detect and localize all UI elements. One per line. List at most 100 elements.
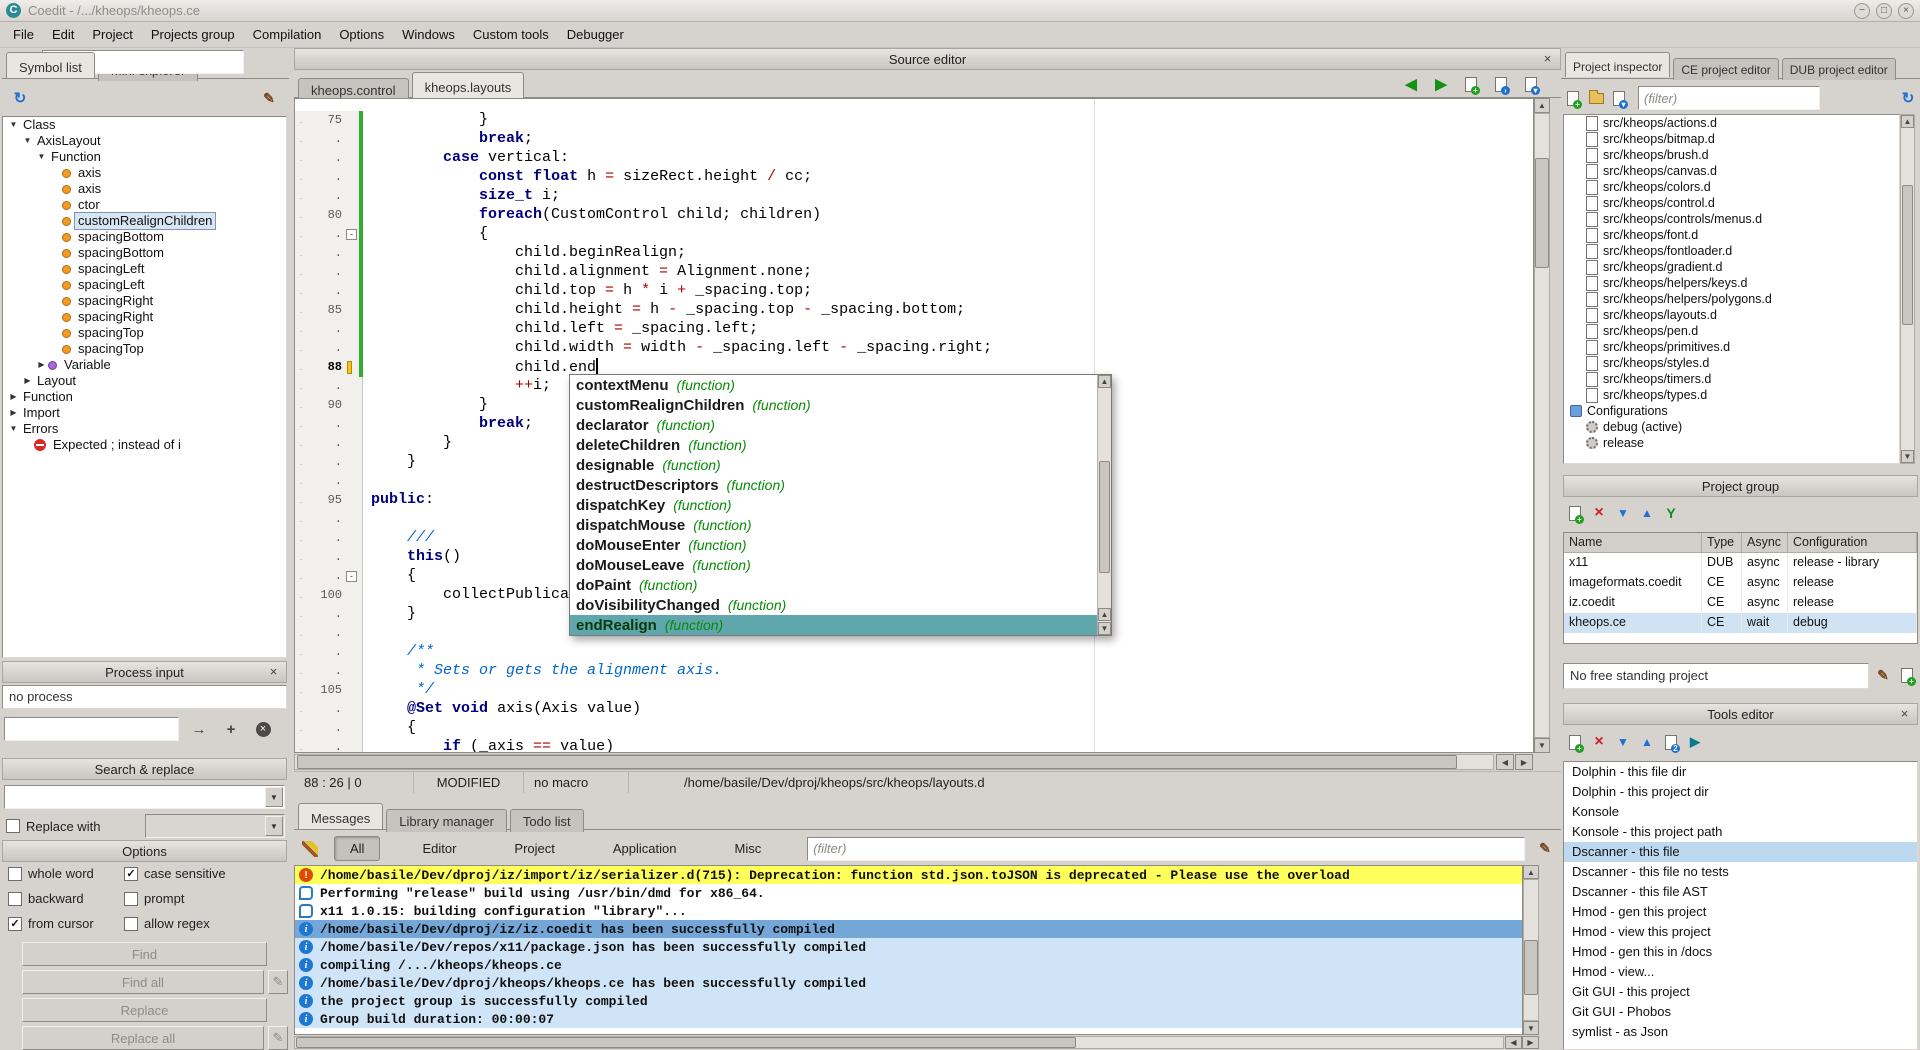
option-from-cursor[interactable]: ✓from cursor: [8, 916, 120, 931]
code-line-106[interactable]: .. @Set void axis(Axis value): [295, 700, 1533, 719]
gutter[interactable]: .88: [295, 358, 363, 377]
tool-item-hmod-gen-this-project[interactable]: Hmod - gen this project: [1564, 902, 1917, 922]
code-line-86[interactable]: .. child.left = _spacing.left;: [295, 320, 1533, 339]
option-case-sensitive[interactable]: ✓case sensitive: [124, 866, 285, 881]
code-line-82[interactable]: .. child.beginRealign;: [295, 244, 1533, 263]
completion-item-dopaint[interactable]: doPaint(function): [570, 575, 1097, 595]
code-line-107[interactable]: .. {: [295, 719, 1533, 738]
menu-edit[interactable]: Edit: [43, 23, 83, 46]
collapse-icon[interactable]: ▼: [21, 133, 34, 149]
expand-icon[interactable]: ▶: [7, 405, 20, 421]
filter-button-application[interactable]: Application: [597, 836, 693, 861]
completion-scrollbar[interactable]: ▲ ▲ ▼: [1097, 375, 1111, 635]
backward-checkbox[interactable]: [8, 892, 22, 906]
symbol-item-spacingright[interactable]: spacingRight: [3, 293, 286, 309]
gutter[interactable]: .95: [295, 491, 363, 510]
refresh-icon[interactable]: ↻: [1898, 88, 1918, 108]
find-button[interactable]: Find: [22, 942, 267, 966]
inspector-item-src-kheops-actions-d[interactable]: src/kheops/actions.d: [1564, 115, 1899, 131]
inspector-item-debug-active[interactable]: debug (active): [1564, 419, 1899, 435]
kill-icon[interactable]: ×: [253, 719, 273, 739]
menu-windows[interactable]: Windows: [393, 23, 464, 46]
gutter[interactable]: .85: [295, 301, 363, 320]
gutter[interactable]: .90: [295, 396, 363, 415]
close-icon[interactable]: ×: [1897, 707, 1912, 722]
fold-collapse-icon[interactable]: -: [346, 571, 357, 582]
code-line-103[interactable]: .. /**: [295, 643, 1533, 662]
project-row-kheops-ce[interactable]: kheops.ceCEwaitdebug: [1564, 613, 1917, 633]
symbol-item-layout[interactable]: ▶Layout: [3, 373, 286, 389]
symbol-item-ctor[interactable]: ctor: [3, 197, 286, 213]
expand-icon[interactable]: ▶: [35, 357, 48, 373]
gutter[interactable]: ..: [295, 244, 363, 263]
project-row-x11[interactable]: x11DUBasyncrelease - library: [1564, 553, 1917, 573]
inspector-item-src-kheops-layouts-d[interactable]: src/kheops/layouts.d: [1564, 307, 1899, 323]
code-line-81[interactable]: ..- {: [295, 225, 1533, 244]
gutter[interactable]: ..: [295, 605, 363, 624]
gutter[interactable]: ..: [295, 377, 363, 396]
filter-button-misc[interactable]: Misc: [719, 836, 778, 861]
inspector-item-src-kheops-pen-d[interactable]: src/kheops/pen.d: [1564, 323, 1899, 339]
completion-item-dispatchmouse[interactable]: dispatchMouse(function): [570, 515, 1097, 535]
completion-item-designable[interactable]: designable(function): [570, 455, 1097, 475]
editor-vertical-scrollbar[interactable]: ▲ ▼: [1534, 98, 1550, 753]
tool-item-dscanner-this-file-ast[interactable]: Dscanner - this file AST: [1564, 882, 1917, 902]
code-line-77[interactable]: .. case vertical:: [295, 149, 1533, 168]
replace-with-checkbox[interactable]: [6, 819, 20, 833]
inspector-item-src-kheops-bitmap-d[interactable]: src/kheops/bitmap.d: [1564, 131, 1899, 147]
scrollbar-thumb[interactable]: [296, 1037, 1076, 1048]
gutter[interactable]: ..: [295, 510, 363, 529]
tab-library-manager[interactable]: Library manager: [386, 809, 507, 832]
symbol-item-axis[interactable]: axis: [3, 181, 286, 197]
prompt-checkbox[interactable]: [124, 892, 138, 906]
scroll-right-icon[interactable]: ▶: [1515, 754, 1533, 770]
message-row[interactable]: i/home/basile/Dev/repos/x11/package.json…: [295, 938, 1522, 956]
find-all-options-button[interactable]: ✎: [268, 970, 288, 994]
editor-horizontal-scrollbar[interactable]: ◀ ▶: [294, 753, 1534, 771]
gutter[interactable]: ..: [295, 320, 363, 339]
save-source-icon[interactable]: ▾: [1609, 88, 1629, 108]
symbol-item-spacingright[interactable]: spacingRight: [3, 309, 286, 325]
new-file-icon[interactable]: +: [1563, 88, 1583, 108]
gutter[interactable]: ..: [295, 282, 363, 301]
option-allow-regex[interactable]: allow regex: [124, 916, 285, 931]
collapse-icon[interactable]: ▼: [7, 117, 20, 133]
code-line-79[interactable]: .. size_t i;: [295, 187, 1533, 206]
column-type[interactable]: Type: [1702, 533, 1742, 553]
scroll-left-icon[interactable]: ◀: [1496, 754, 1514, 770]
async-mode-icon[interactable]: Y: [1661, 503, 1681, 523]
gutter[interactable]: .105: [295, 681, 363, 700]
gutter[interactable]: ..: [295, 662, 363, 681]
code-line-105[interactable]: .105 */: [295, 681, 1533, 700]
open-folder-icon[interactable]: [1586, 88, 1606, 108]
menu-projects-group[interactable]: Projects group: [142, 23, 244, 46]
menu-file[interactable]: File: [4, 23, 43, 46]
allow-regex-checkbox[interactable]: [124, 917, 138, 931]
inspector-item-src-kheops-controls-menus-d[interactable]: src/kheops/controls/menus.d: [1564, 211, 1899, 227]
gutter[interactable]: ..: [295, 529, 363, 548]
completion-item-dispatchkey[interactable]: dispatchKey(function): [570, 495, 1097, 515]
filter-button-all[interactable]: All: [334, 836, 380, 861]
tool-item-hmod-view-this-project[interactable]: Hmod - view this project: [1564, 922, 1917, 942]
completion-item-deletechildren[interactable]: deleteChildren(function): [570, 435, 1097, 455]
gutter[interactable]: ..: [295, 187, 363, 206]
gutter[interactable]: ..: [295, 434, 363, 453]
message-row[interactable]: i/home/basile/Dev/dproj/iz/iz.coedit has…: [295, 920, 1522, 938]
inspector-item-src-kheops-canvas-d[interactable]: src/kheops/canvas.d: [1564, 163, 1899, 179]
tool-item-konsole[interactable]: Konsole: [1564, 802, 1917, 822]
remove-tool-icon[interactable]: ×: [1589, 732, 1609, 752]
code-line-84[interactable]: .. child.top = h * i + _spacing.top;: [295, 282, 1533, 301]
symbol-item-spacingleft[interactable]: spacingLeft: [3, 261, 286, 277]
maximize-icon[interactable]: □: [1876, 3, 1892, 19]
scroll-down-icon[interactable]: ▼: [1523, 1021, 1539, 1035]
move-up-icon[interactable]: ▲: [1637, 732, 1657, 752]
symbol-item-expected-instead-of-i[interactable]: Expected ; instead of i: [3, 437, 286, 453]
open-source-icon[interactable]: ›: [1491, 74, 1511, 94]
minimize-icon[interactable]: −: [1854, 3, 1870, 19]
code-line-87[interactable]: .. child.width = width - _spacing.left -…: [295, 339, 1533, 358]
tool-item-konsole-this-project-path[interactable]: Konsole - this project path: [1564, 822, 1917, 842]
close-icon[interactable]: ×: [1540, 52, 1555, 67]
pin-icon[interactable]: +: [221, 719, 241, 739]
code-line-80[interactable]: .80 foreach(CustomControl child; childre…: [295, 206, 1533, 225]
tool-item-dscanner-this-file[interactable]: Dscanner - this file: [1564, 842, 1917, 862]
